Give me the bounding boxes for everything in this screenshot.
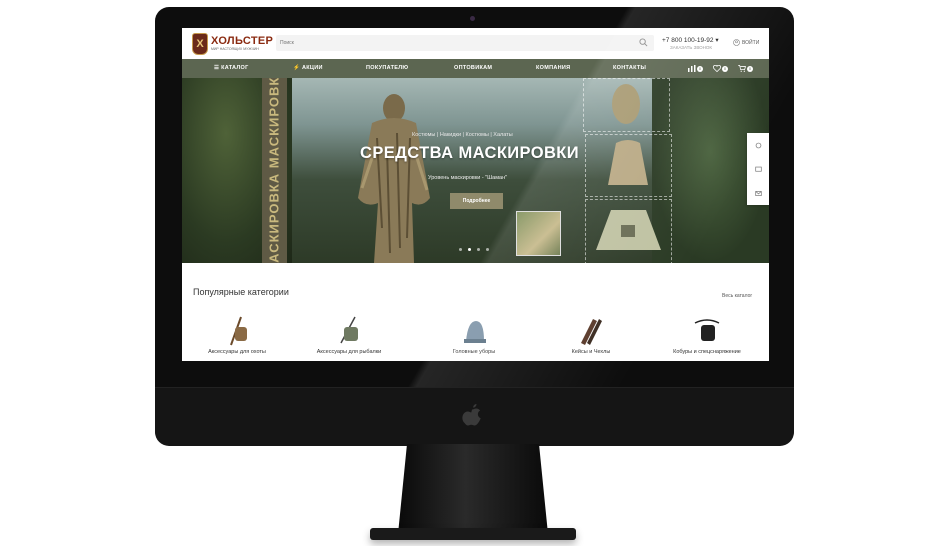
nav-item-wholesale[interactable]: ОПТОВИКАМ bbox=[454, 59, 492, 78]
banner-subtitle: Уровень маскировки - "Шаман" bbox=[428, 175, 508, 181]
menu-icon: ☰ bbox=[214, 65, 220, 71]
slider-dot[interactable] bbox=[468, 248, 471, 251]
favorites-button[interactable]: 0 bbox=[713, 65, 728, 72]
product-thumb-tent[interactable] bbox=[585, 199, 672, 263]
ghillie-suit-image bbox=[358, 94, 430, 263]
category-cases[interactable]: Кейсы и Чехлы bbox=[536, 315, 646, 355]
heart-icon bbox=[713, 65, 721, 72]
popular-categories: Популярные категории Весь каталог Аксесс… bbox=[182, 263, 769, 361]
search-icon[interactable] bbox=[639, 38, 648, 47]
side-contact-panel bbox=[747, 133, 769, 205]
vertical-banner-text: МАСКИРОВКА МАСКИРОВКА bbox=[267, 78, 283, 263]
banner-title: СРЕДСТВА МАСКИРОВКИ bbox=[360, 144, 580, 162]
all-catalog-link[interactable]: Весь каталог bbox=[722, 293, 752, 299]
monitor-stand-base bbox=[370, 528, 576, 540]
search-box bbox=[276, 35, 654, 51]
more-button[interactable]: Подробнее bbox=[450, 193, 503, 209]
callback-link[interactable]: ЗАКАЗАТЬ ЗВОНОК bbox=[670, 45, 712, 50]
cart-count: 0 bbox=[747, 65, 753, 72]
screen: Х ХОЛЬСТЕР МИР НАСТОЯЩИХ МУЖЧИН +7 800 1… bbox=[182, 28, 769, 361]
slider-dot[interactable] bbox=[486, 248, 489, 251]
slider-dots bbox=[459, 248, 489, 251]
lightning-icon: ⚡ bbox=[293, 65, 301, 71]
monitor-frame: Х ХОЛЬСТЕР МИР НАСТОЯЩИХ МУЖЧИН +7 800 1… bbox=[155, 7, 794, 446]
login-button[interactable]: ВОЙТИ bbox=[733, 39, 759, 46]
nav-item-company[interactable]: КОМПАНИЯ bbox=[536, 59, 570, 78]
category-holsters[interactable]: Кобуры и спецснаряжение bbox=[652, 315, 762, 355]
phone-dropdown-icon: ▾ bbox=[715, 37, 719, 44]
product-thumb-hood[interactable] bbox=[583, 78, 670, 132]
chat-icon[interactable] bbox=[754, 166, 762, 173]
login-label: ВОЙТИ bbox=[742, 39, 760, 46]
holster-icon bbox=[694, 319, 720, 341]
banner-breadcrumbs: Костюмы | Накидки | Костюмы | Халаты bbox=[412, 132, 513, 138]
hero-banner: МАСКИРОВКА МАСКИРОВКА Костюмы | Накидки … bbox=[182, 78, 769, 263]
hood-image bbox=[612, 84, 640, 124]
feedback-icon[interactable] bbox=[755, 142, 762, 149]
site-header: Х ХОЛЬСТЕР МИР НАСТОЯЩИХ МУЖЧИН +7 800 1… bbox=[182, 28, 769, 59]
tent-image bbox=[596, 210, 661, 250]
slider-dot[interactable] bbox=[477, 248, 480, 251]
banner-inset-image bbox=[516, 211, 561, 256]
fishing-gear-icon bbox=[340, 316, 358, 344]
nav-item-catalog[interactable]: ☰ КАТАЛОГ bbox=[214, 59, 249, 78]
cart-icon bbox=[738, 65, 746, 72]
compare-icon bbox=[688, 65, 696, 72]
slider-dot[interactable] bbox=[459, 248, 462, 251]
hunting-gear-icon bbox=[230, 316, 247, 346]
nav-item-customers[interactable]: ПОКУПАТЕЛЮ bbox=[366, 59, 408, 78]
headwear-icon bbox=[464, 321, 486, 343]
site-logo[interactable]: Х ХОЛЬСТЕР МИР НАСТОЯЩИХ МУЖЧИН bbox=[192, 33, 273, 55]
section-title: Популярные категории bbox=[193, 287, 289, 297]
category-headwear[interactable]: Головные уборы bbox=[419, 315, 529, 355]
product-thumb-suit[interactable] bbox=[585, 134, 672, 197]
monitor-stand bbox=[398, 444, 548, 534]
favorites-count: 0 bbox=[722, 65, 728, 72]
gun-case-icon bbox=[581, 319, 602, 345]
category-hunting[interactable]: Аксессуары для охоты bbox=[182, 315, 292, 355]
nav-item-contacts[interactable]: КОНТАКТЫ bbox=[613, 59, 646, 78]
mail-icon[interactable] bbox=[754, 190, 762, 197]
compare-button[interactable]: 0 bbox=[688, 65, 703, 72]
logo-subtitle: МИР НАСТОЯЩИХ МУЖЧИН bbox=[211, 47, 259, 51]
logo-title: ХОЛЬСТЕР bbox=[211, 35, 274, 47]
search-input[interactable] bbox=[280, 37, 620, 48]
phone-number[interactable]: +7 800 100-19-92 ▾ bbox=[662, 36, 719, 44]
monitor-chin bbox=[155, 387, 794, 446]
camera bbox=[470, 16, 475, 21]
category-fishing[interactable]: Аксессуары для рыбалки bbox=[294, 315, 404, 355]
user-icon bbox=[733, 39, 740, 46]
compare-count: 0 bbox=[697, 65, 703, 72]
cart-button[interactable]: 0 bbox=[738, 65, 753, 72]
main-nav: ☰ КАТАЛОГ ⚡ АКЦИИ ПОКУПАТЕЛЮ ОПТОВИКАМ К… bbox=[182, 59, 769, 78]
nav-actions: 0 0 0 bbox=[688, 59, 753, 78]
nav-item-sales[interactable]: ⚡ АКЦИИ bbox=[293, 59, 323, 78]
logo-badge-icon: Х bbox=[192, 33, 208, 55]
suit-image bbox=[608, 140, 648, 185]
apple-logo-icon bbox=[462, 404, 481, 426]
